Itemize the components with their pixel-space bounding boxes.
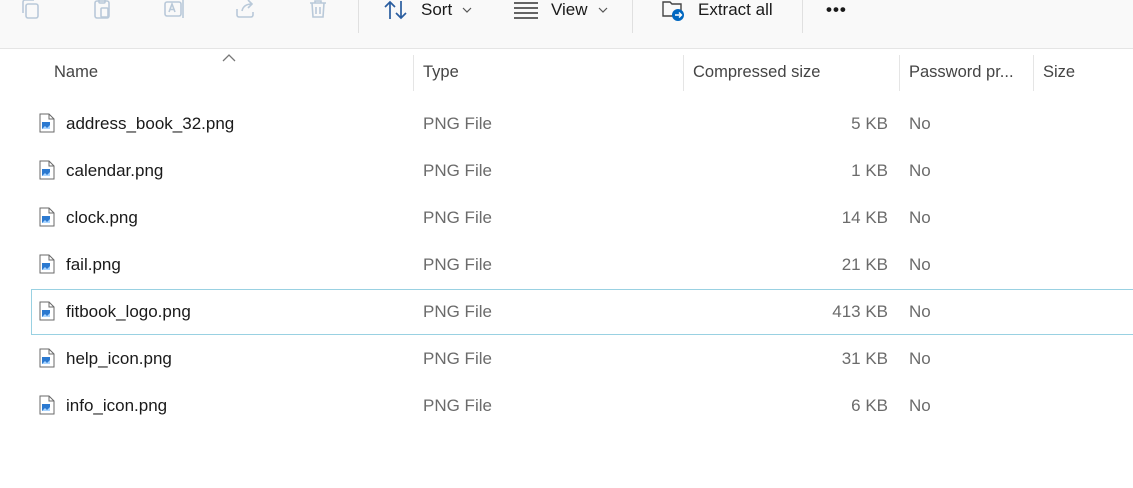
file-password-protected: No xyxy=(909,208,931,227)
toolbar-separator xyxy=(632,0,633,33)
column-compressed-size[interactable]: Compressed size xyxy=(693,53,893,91)
extract-all-icon xyxy=(662,1,684,21)
column-password-protected[interactable]: Password pr... xyxy=(909,53,1027,91)
table-row[interactable]: address_book_32.png PNG File 5 KB No xyxy=(31,101,1133,147)
chevron-down-icon xyxy=(462,7,472,13)
more-icon: ••• xyxy=(826,0,847,19)
file-name: fail.png xyxy=(66,255,121,274)
png-file-icon xyxy=(39,160,55,180)
table-row[interactable]: calendar.png PNG File 1 KB No xyxy=(31,148,1133,194)
file-compressed-size: 14 KB xyxy=(841,208,888,227)
png-file-icon xyxy=(39,301,55,321)
file-type: PNG File xyxy=(423,396,492,415)
sort-button[interactable]: Sort xyxy=(383,0,472,26)
file-compressed-size: 413 KB xyxy=(832,302,888,321)
chevron-down-icon xyxy=(598,7,608,13)
file-name: info_icon.png xyxy=(66,396,168,415)
png-file-icon xyxy=(39,254,55,274)
column-divider[interactable] xyxy=(683,55,684,91)
png-file-icon xyxy=(39,348,55,368)
file-name: clock.png xyxy=(66,208,138,227)
table-row[interactable]: info_icon.png PNG File 6 KB No xyxy=(31,383,1133,429)
file-type: PNG File xyxy=(423,161,492,180)
table-row[interactable]: help_icon.png PNG File 31 KB No xyxy=(31,336,1133,382)
extract-all-label: Extract all xyxy=(698,0,773,19)
table-row-focused[interactable]: fitbook_logo.png PNG File 413 KB No xyxy=(31,289,1133,335)
command-bar: Sort View Extract all ••• xyxy=(0,0,1133,49)
file-type: PNG File xyxy=(423,349,492,368)
file-name: address_book_32.png xyxy=(66,114,235,133)
toolbar-separator xyxy=(358,0,359,33)
delete-icon xyxy=(305,0,331,24)
file-type: PNG File xyxy=(423,208,492,227)
file-compressed-size: 31 KB xyxy=(841,349,888,368)
file-password-protected: No xyxy=(909,114,931,133)
file-name: help_icon.png xyxy=(66,349,172,368)
file-compressed-size: 21 KB xyxy=(841,255,888,274)
view-list-icon xyxy=(514,2,538,19)
view-button[interactable]: View xyxy=(513,0,608,26)
png-file-icon xyxy=(39,395,55,415)
file-password-protected: No xyxy=(909,349,931,368)
file-type: PNG File xyxy=(423,114,492,133)
table-row[interactable]: clock.png PNG File 14 KB No xyxy=(31,195,1133,241)
copy-icon xyxy=(18,0,44,24)
file-type: PNG File xyxy=(423,255,492,274)
table-row[interactable]: fail.png PNG File 21 KB No xyxy=(31,242,1133,288)
file-compressed-size: 5 KB xyxy=(851,114,888,133)
file-password-protected: No xyxy=(909,255,931,274)
sort-icon xyxy=(384,0,407,20)
view-label: View xyxy=(551,0,588,19)
file-password-protected: No xyxy=(909,161,931,180)
more-options-button[interactable]: ••• xyxy=(826,0,847,26)
column-header: Name Type Compressed size Password pr...… xyxy=(0,49,1133,93)
column-divider[interactable] xyxy=(899,55,900,91)
png-file-icon xyxy=(39,113,55,133)
sort-label: Sort xyxy=(421,0,453,19)
share-icon xyxy=(232,0,258,24)
rename-icon xyxy=(161,0,187,24)
file-password-protected: No xyxy=(909,302,931,321)
column-size[interactable]: Size xyxy=(1043,53,1123,91)
column-name[interactable]: Name xyxy=(54,53,404,91)
extract-all-button[interactable]: Extract all xyxy=(660,0,773,26)
png-file-icon xyxy=(39,207,55,227)
file-name: calendar.png xyxy=(66,161,164,180)
column-divider[interactable] xyxy=(1033,55,1034,91)
file-compressed-size: 6 KB xyxy=(851,396,888,415)
file-compressed-size: 1 KB xyxy=(851,161,888,180)
file-name: fitbook_logo.png xyxy=(66,302,191,321)
file-password-protected: No xyxy=(909,396,931,415)
paste-icon xyxy=(89,0,115,24)
toolbar-separator xyxy=(802,0,803,33)
column-type[interactable]: Type xyxy=(423,53,673,91)
column-divider[interactable] xyxy=(413,55,414,91)
file-type: PNG File xyxy=(423,302,492,321)
